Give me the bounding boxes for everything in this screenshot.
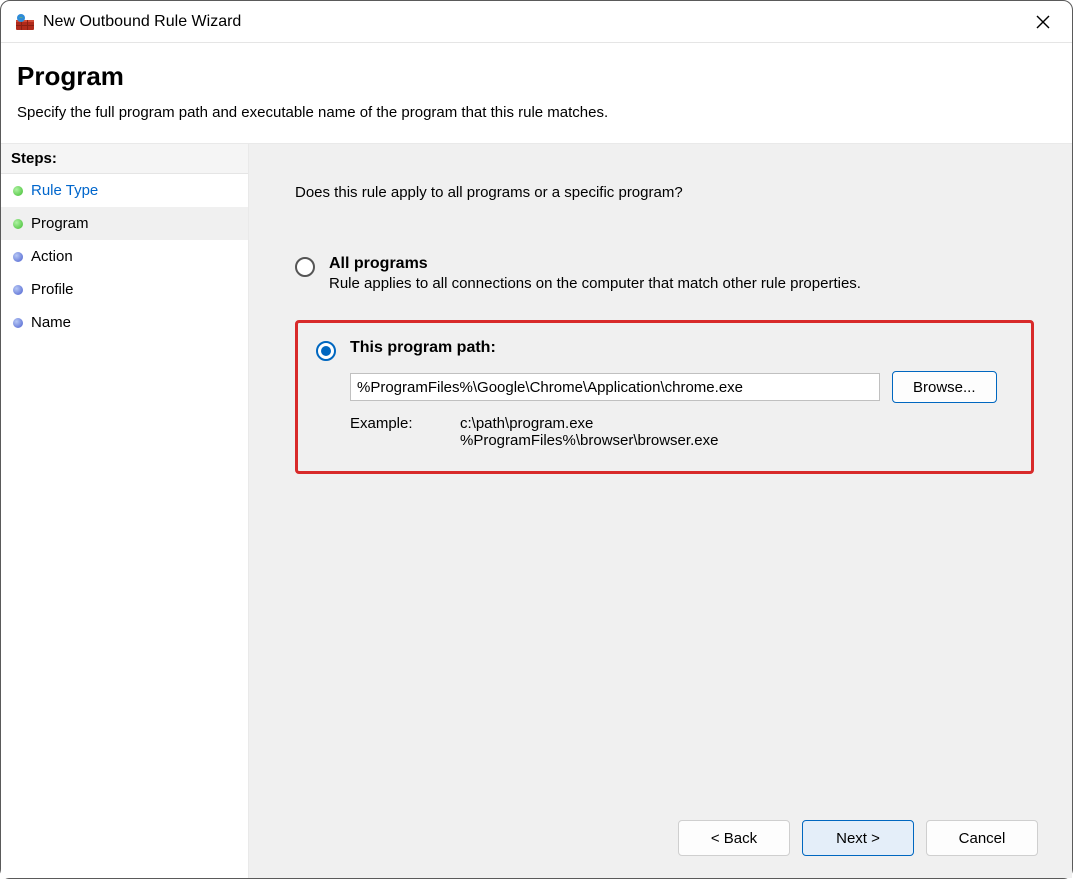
step-label: Action [31, 248, 73, 265]
step-label: Name [31, 314, 71, 331]
firewall-icon [15, 12, 35, 32]
radio-this-program-path[interactable] [316, 341, 336, 361]
page-subtitle: Specify the full program path and execut… [17, 104, 1056, 121]
option-path-title: This program path: [350, 339, 1013, 357]
option-path-body: This program path: Browse... Example: c:… [350, 339, 1013, 449]
option-all-desc: Rule applies to all connections on the c… [329, 275, 1034, 292]
titlebar: New Outbound Rule Wizard [1, 1, 1072, 43]
wizard-window: New Outbound Rule Wizard Program Specify… [0, 0, 1073, 879]
step-dot-icon [13, 252, 23, 262]
step-profile[interactable]: Profile [1, 273, 248, 306]
browse-button[interactable]: Browse... [892, 371, 997, 403]
cancel-button[interactable]: Cancel [926, 820, 1038, 856]
question-text: Does this rule apply to all programs or … [295, 184, 1034, 201]
step-action[interactable]: Action [1, 240, 248, 273]
steps-heading: Steps: [1, 144, 248, 174]
option-all-body: All programs Rule applies to all connect… [329, 255, 1034, 292]
program-path-row: Browse... [350, 371, 1013, 403]
window-title: New Outbound Rule Wizard [43, 13, 1020, 31]
next-button[interactable]: Next > [802, 820, 914, 856]
page-title: Program [17, 61, 1056, 92]
example-label: Example: [350, 415, 430, 449]
step-label: Program [31, 215, 89, 232]
back-button[interactable]: < Back [678, 820, 790, 856]
step-dot-icon [13, 219, 23, 229]
step-label: Profile [31, 281, 74, 298]
example-row: Example: c:\path\program.exe %ProgramFil… [350, 415, 1013, 449]
option-all-title: All programs [329, 255, 1034, 273]
steps-sidebar: Steps: Rule Type Program Action Profile … [1, 144, 249, 878]
step-rule-type[interactable]: Rule Type [1, 174, 248, 207]
step-dot-icon [13, 318, 23, 328]
step-label: Rule Type [31, 182, 98, 199]
step-dot-icon [13, 285, 23, 295]
step-program[interactable]: Program [1, 207, 248, 240]
step-name[interactable]: Name [1, 306, 248, 339]
close-button[interactable] [1020, 1, 1066, 43]
main-panel: Does this rule apply to all programs or … [249, 144, 1072, 878]
highlight-this-program-path: This program path: Browse... Example: c:… [295, 320, 1034, 474]
page-header: Program Specify the full program path an… [1, 43, 1072, 144]
radio-all-programs[interactable] [295, 257, 315, 277]
step-dot-icon [13, 186, 23, 196]
program-path-input[interactable] [350, 373, 880, 401]
option-this-program-path[interactable]: This program path: Browse... Example: c:… [316, 339, 1013, 449]
close-icon [1036, 15, 1050, 29]
wizard-footer: < Back Next > Cancel [249, 820, 1072, 856]
wizard-body: Steps: Rule Type Program Action Profile … [1, 144, 1072, 878]
option-all-programs[interactable]: All programs Rule applies to all connect… [295, 255, 1034, 292]
example-values: c:\path\program.exe %ProgramFiles%\brows… [460, 415, 718, 449]
